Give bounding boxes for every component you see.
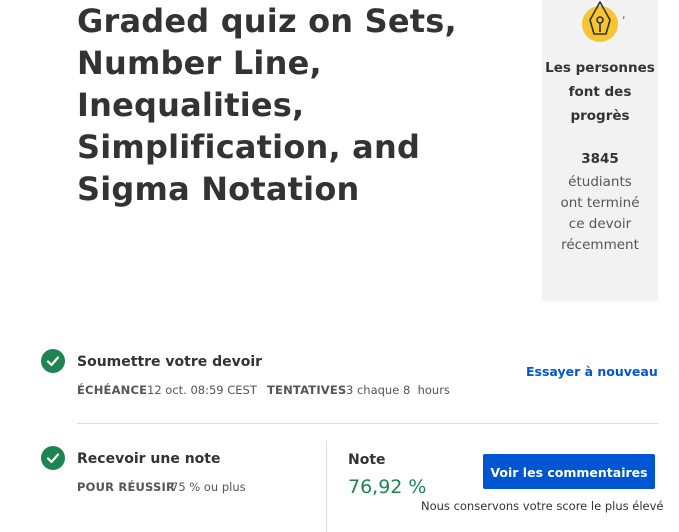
section-divider [77, 423, 658, 424]
attempts-label: TENTATIVES [267, 383, 347, 397]
learner-count: 3845 [581, 151, 619, 167]
grade-check-icon [41, 446, 65, 470]
submit-check-icon [41, 349, 65, 373]
grade-value: 76,92 % [348, 476, 427, 498]
attempts-value: 3 chaque 8 hours [346, 383, 450, 397]
highest-score-note: Nous conservons votre score le plus élev… [421, 499, 664, 513]
grade-column-divider [326, 441, 327, 532]
progress-card: , Les personnes font des progrès 3845 ét… [542, 0, 658, 301]
progress-description: étudiants ont terminé ce devoir récemmen… [560, 174, 640, 253]
progress-headline: Les personnes font des progrès [545, 60, 655, 124]
receive-grade-title: Recevoir une note [77, 451, 221, 467]
badge-comma: , [622, 8, 626, 21]
pen-nib-badge-icon [582, 1, 618, 42]
due-label: ÉCHÉANCE [77, 383, 148, 397]
pass-label: POUR RÉUSSIR [77, 480, 176, 494]
grade-label: Note [348, 452, 386, 468]
page-title: Graded quiz on Sets, Number Line, Inequa… [77, 2, 457, 208]
pass-value: 75 % ou plus [171, 480, 246, 494]
due-value: 12 oct. 08:59 CEST [147, 383, 257, 397]
submit-assignment-title: Soumettre votre devoir [77, 354, 263, 370]
try-again-button[interactable]: Essayer à nouveau [526, 364, 658, 379]
view-feedback-button[interactable]: Voir les commentaires [483, 454, 655, 489]
